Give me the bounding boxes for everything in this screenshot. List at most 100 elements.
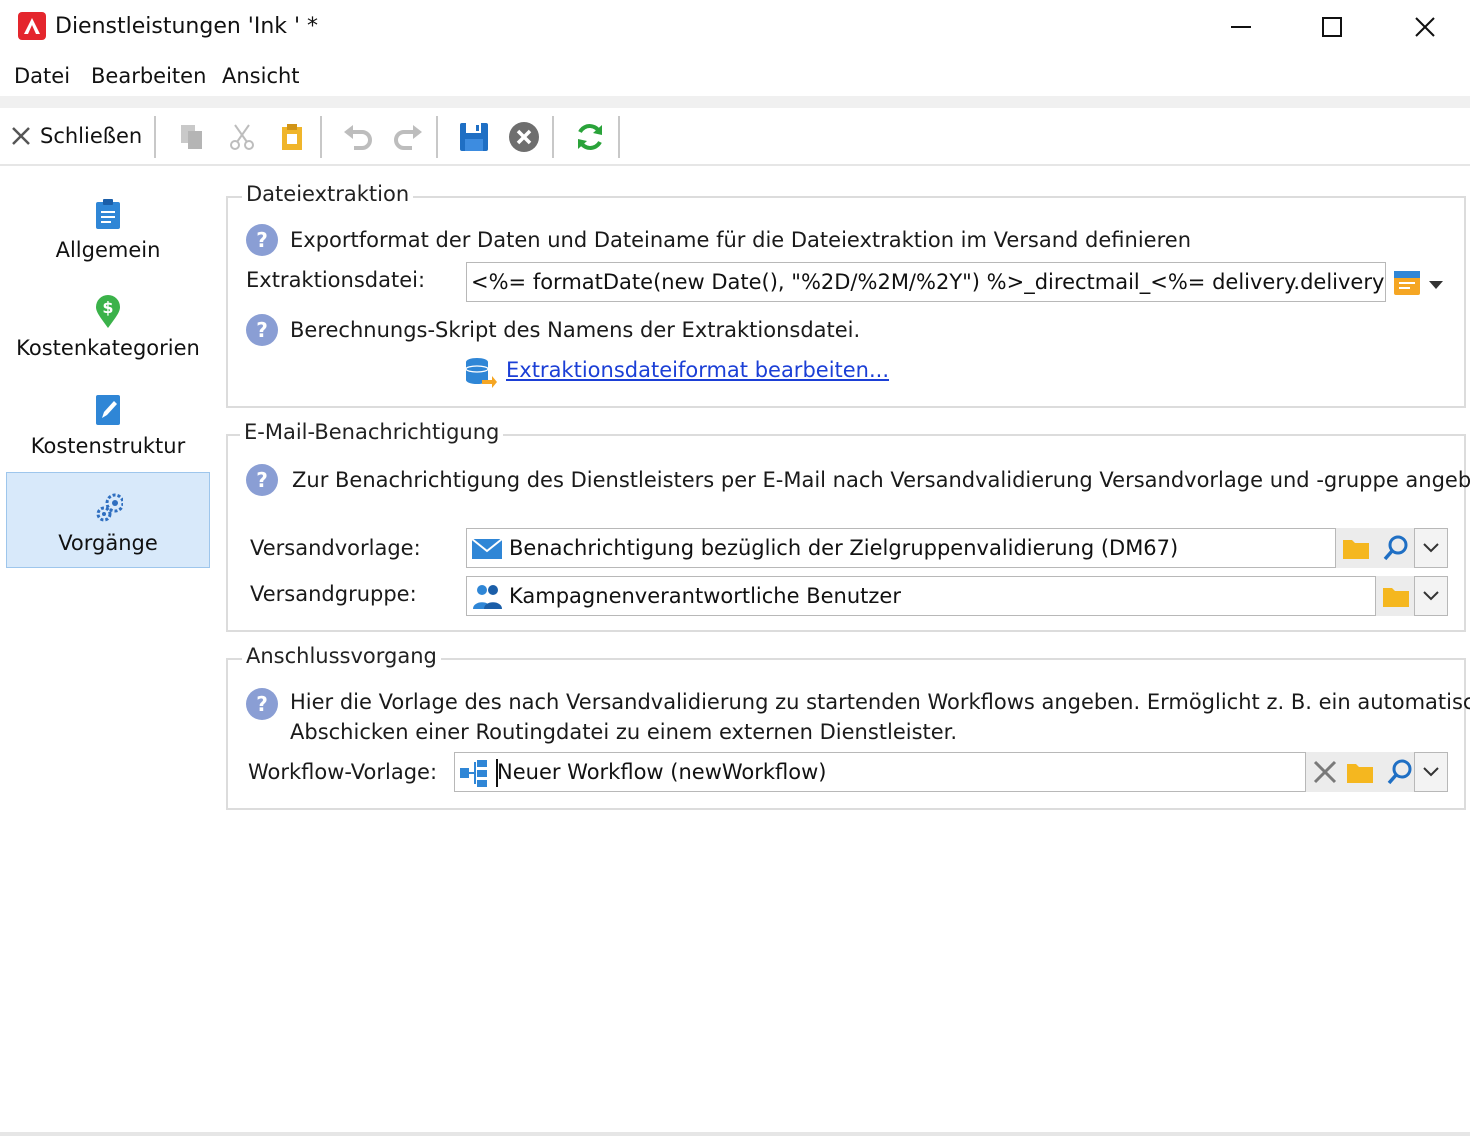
email-notification-group: E-Mail-Benachrichtigung ? Zur Benachrich… bbox=[226, 420, 1470, 632]
envelope-icon bbox=[471, 538, 503, 559]
window-bottom-edge bbox=[0, 1132, 1470, 1136]
sidebar-item-kostenstruktur[interactable]: Kostenstruktur bbox=[6, 376, 210, 472]
menu-bar: Datei Bearbeiten Ansicht bbox=[0, 56, 1470, 96]
field-value: Neuer Workflow (newWorkflow) bbox=[497, 760, 827, 784]
edit-doc-icon bbox=[94, 394, 122, 426]
group-button-area bbox=[1376, 576, 1416, 616]
group-dropdown-button[interactable] bbox=[1414, 576, 1448, 616]
folder-icon[interactable] bbox=[1342, 535, 1370, 561]
refresh-button[interactable] bbox=[572, 120, 608, 154]
sidebar-item-label: Vorgänge bbox=[58, 531, 158, 555]
minimize-button[interactable] bbox=[1218, 8, 1264, 46]
search-icon[interactable] bbox=[1386, 758, 1414, 786]
sidebar-item-label: Kostenkategorien bbox=[16, 336, 200, 360]
help-text: Zur Benachrichtigung des Dienstleisters … bbox=[292, 468, 1470, 492]
field-value: <%= formatDate(new Date(), "%2D/%2M/%2Y"… bbox=[471, 270, 1386, 294]
refresh-icon bbox=[578, 124, 602, 150]
window-title: Dienstleistungen 'Ink ' * bbox=[55, 14, 319, 39]
workflow-template-field[interactable]: Neuer Workflow (newWorkflow) bbox=[454, 752, 1306, 792]
copy-button[interactable] bbox=[174, 120, 210, 154]
users-icon bbox=[473, 585, 502, 609]
help-text-line2: Abschicken einer Routingdatei zu einem e… bbox=[290, 720, 958, 744]
toolbar-separator bbox=[154, 116, 156, 158]
chevron-down-icon bbox=[1423, 543, 1439, 553]
redo-icon bbox=[394, 125, 422, 150]
money-pin-icon: $ bbox=[94, 295, 122, 328]
toolbar-separator bbox=[552, 116, 554, 158]
group-title: E-Mail-Benachrichtigung bbox=[240, 420, 504, 444]
help-text-line1: Hier die Vorlage des nach Versandvalidie… bbox=[290, 690, 1470, 714]
help-icon: ? bbox=[246, 464, 278, 496]
template-label: Versandvorlage: bbox=[250, 536, 421, 560]
edit-extraction-format-link[interactable]: Extraktionsdateiformat bearbeiten... bbox=[506, 358, 889, 382]
help-icon: ? bbox=[246, 314, 278, 346]
sidebar-item-allgemein[interactable]: Allgemein bbox=[6, 180, 210, 276]
redo-button[interactable] bbox=[390, 120, 426, 154]
toolbar-separator bbox=[320, 116, 322, 158]
group-title: Anschlussvorgang bbox=[242, 644, 441, 668]
toolbar-separator bbox=[618, 116, 620, 158]
workflow-button-area bbox=[1306, 752, 1416, 792]
paste-icon bbox=[282, 124, 302, 150]
workflow-dropdown-button[interactable] bbox=[1414, 752, 1448, 792]
template-dropdown-button[interactable] bbox=[1414, 528, 1448, 568]
expression-editor-icon[interactable] bbox=[1392, 268, 1422, 298]
cut-button[interactable] bbox=[224, 120, 260, 154]
clear-icon[interactable] bbox=[1312, 759, 1338, 785]
close-icon bbox=[12, 127, 30, 145]
cancel-circle-icon bbox=[509, 122, 539, 152]
sidebar-item-label: Allgemein bbox=[55, 238, 161, 262]
paste-button[interactable] bbox=[274, 120, 310, 154]
field-value: Kampagnenverantwortliche Benutzer bbox=[509, 584, 901, 608]
main-area: Allgemein $ Kostenkategorien Kostenstruk… bbox=[4, 168, 1470, 1132]
sidebar-item-kostenkategorien[interactable]: $ Kostenkategorien bbox=[6, 278, 210, 374]
help-text: Exportformat der Daten und Dateiname für… bbox=[290, 228, 1192, 252]
chevron-down-icon bbox=[1423, 591, 1439, 601]
help-icon: ? bbox=[246, 224, 278, 256]
menu-ansicht[interactable]: Ansicht bbox=[222, 64, 300, 88]
toolbar: Schließen bbox=[0, 108, 1470, 166]
close-button-label: Schließen bbox=[40, 124, 143, 148]
maximize-button[interactable] bbox=[1309, 8, 1355, 46]
copy-icon bbox=[181, 125, 202, 149]
database-export-icon bbox=[464, 356, 498, 388]
undo-button[interactable] bbox=[340, 120, 376, 154]
chevron-down-icon[interactable] bbox=[1428, 276, 1444, 295]
sidebar-item-vorgaenge[interactable]: Vorgänge bbox=[6, 472, 210, 568]
scissors-icon bbox=[230, 124, 254, 150]
close-button[interactable]: Schließen bbox=[10, 120, 142, 152]
clipboard-icon bbox=[94, 198, 122, 230]
chevron-down-icon bbox=[1423, 767, 1439, 777]
follow-up-group: Anschlussvorgang ? Hier die Vorlage des … bbox=[226, 644, 1470, 810]
close-window-button[interactable] bbox=[1402, 8, 1448, 46]
search-icon[interactable] bbox=[1382, 534, 1410, 562]
title-bar: Dienstleistungen 'Ink ' * bbox=[0, 0, 1470, 56]
toolbar-separator bbox=[436, 116, 438, 158]
toolbar-strip bbox=[0, 96, 1470, 108]
app-logo-icon bbox=[18, 12, 46, 40]
svg-text:$: $ bbox=[102, 298, 113, 317]
gears-icon bbox=[95, 491, 123, 523]
extraction-file-input[interactable]: <%= formatDate(new Date(), "%2D/%2M/%2Y"… bbox=[466, 262, 1386, 302]
file-extraction-group: Dateiextraktion ? Exportformat der Daten… bbox=[226, 182, 1466, 408]
workflow-icon bbox=[460, 760, 487, 787]
group-label: Versandgruppe: bbox=[250, 582, 417, 606]
help-icon: ? bbox=[246, 688, 278, 720]
save-button[interactable] bbox=[456, 120, 492, 154]
sidebar-item-label: Kostenstruktur bbox=[30, 434, 186, 458]
folder-icon[interactable] bbox=[1382, 583, 1410, 609]
cancel-button[interactable] bbox=[506, 120, 542, 154]
folder-icon[interactable] bbox=[1346, 759, 1374, 785]
group-title: Dateiextraktion bbox=[242, 182, 414, 206]
menu-datei[interactable]: Datei bbox=[14, 64, 70, 88]
template-button-area bbox=[1336, 528, 1416, 568]
menu-bearbeiten[interactable]: Bearbeiten bbox=[91, 64, 206, 88]
undo-icon bbox=[344, 125, 372, 150]
field-value: Benachrichtigung bezüglich der Zielgrupp… bbox=[509, 536, 1179, 560]
delivery-group-field[interactable]: Kampagnenverantwortliche Benutzer bbox=[466, 576, 1376, 616]
script-help-text: Berechnungs-Skript des Namens der Extrak… bbox=[290, 318, 861, 342]
save-icon bbox=[460, 123, 488, 151]
field-label: Extraktionsdatei: bbox=[246, 268, 426, 292]
workflow-label: Workflow-Vorlage: bbox=[248, 760, 438, 784]
delivery-template-field[interactable]: Benachrichtigung bezüglich der Zielgrupp… bbox=[466, 528, 1336, 568]
